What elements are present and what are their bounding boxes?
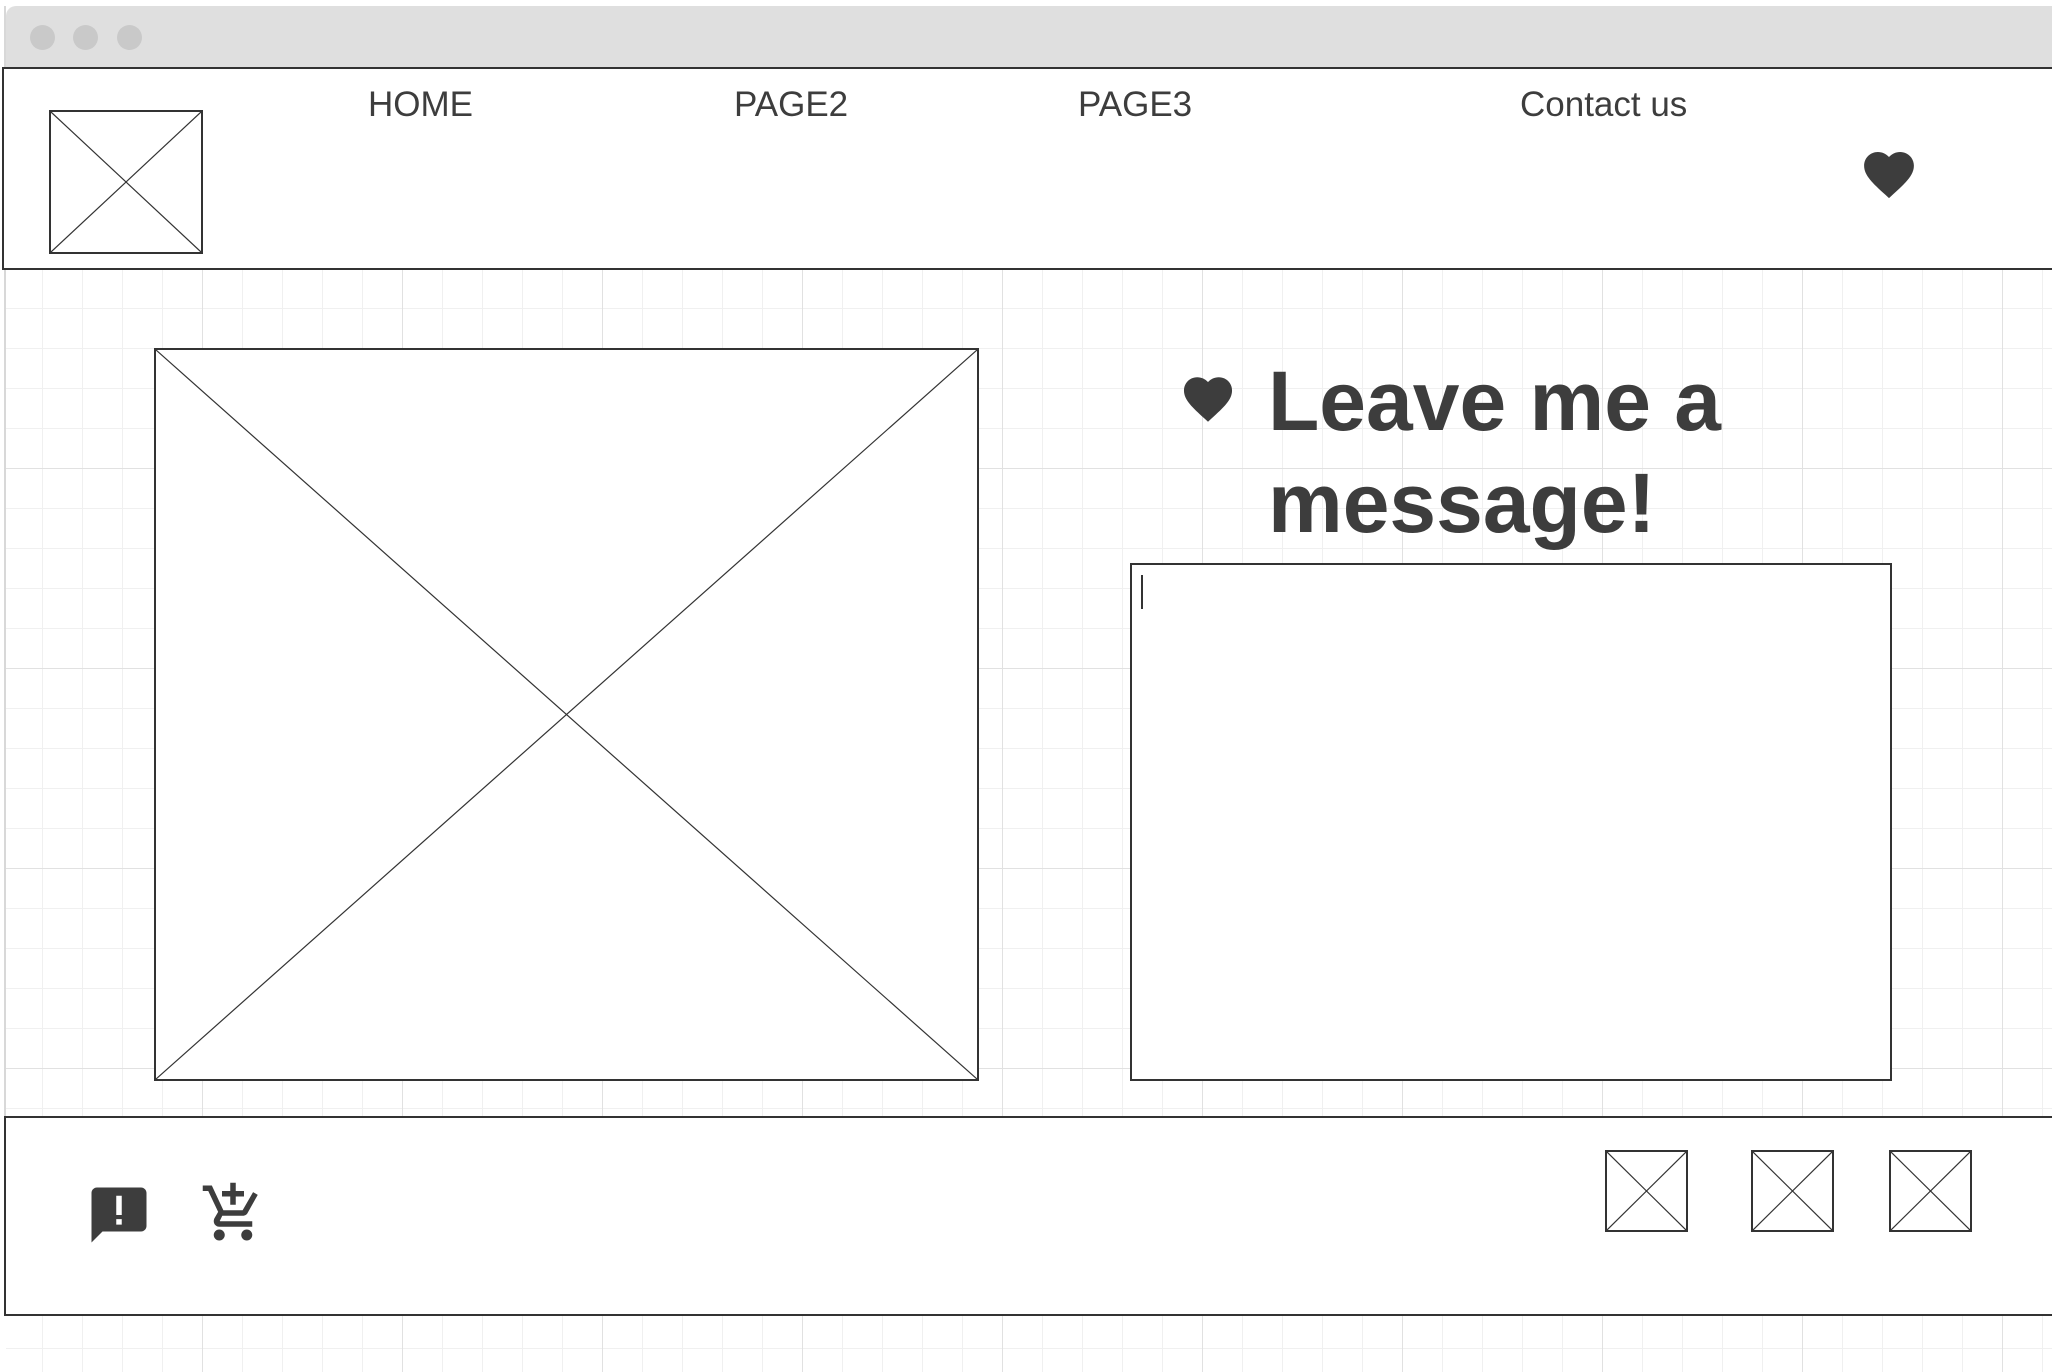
logo-image-placeholder[interactable] <box>49 110 203 254</box>
hero-image-placeholder <box>154 348 979 1081</box>
nav-item-page2[interactable]: PAGE2 <box>734 85 848 125</box>
image-placeholder-icon <box>51 112 201 252</box>
social-link-2-image-placeholder[interactable] <box>1751 1150 1834 1232</box>
heart-icon <box>1183 377 1233 422</box>
window-maximize-dot[interactable] <box>117 25 142 50</box>
window-close-dot[interactable] <box>30 25 55 50</box>
heart-icon[interactable] <box>1860 146 1918 200</box>
social-link-3-image-placeholder[interactable] <box>1889 1150 1972 1232</box>
window-minimize-dot[interactable] <box>73 25 98 50</box>
page-title: Leave me a message! <box>1268 354 1721 550</box>
image-placeholder-icon <box>1753 1152 1832 1230</box>
text-cursor <box>1141 575 1143 609</box>
image-placeholder-icon <box>156 350 977 1079</box>
social-link-1-image-placeholder[interactable] <box>1605 1150 1688 1232</box>
image-placeholder-icon <box>1607 1152 1686 1230</box>
feedback-icon[interactable] <box>86 1182 152 1248</box>
image-placeholder-icon <box>1891 1152 1970 1230</box>
site-header <box>2 67 2052 270</box>
window-titlebar <box>6 6 2052 72</box>
add-to-cart-icon[interactable] <box>200 1180 266 1246</box>
site-footer <box>4 1116 2052 1316</box>
nav-item-page3[interactable]: PAGE3 <box>1078 85 1192 125</box>
nav-item-contact-us[interactable]: Contact us <box>1520 85 1687 125</box>
nav-item-home[interactable]: HOME <box>368 85 473 125</box>
message-textarea[interactable] <box>1130 563 1892 1081</box>
